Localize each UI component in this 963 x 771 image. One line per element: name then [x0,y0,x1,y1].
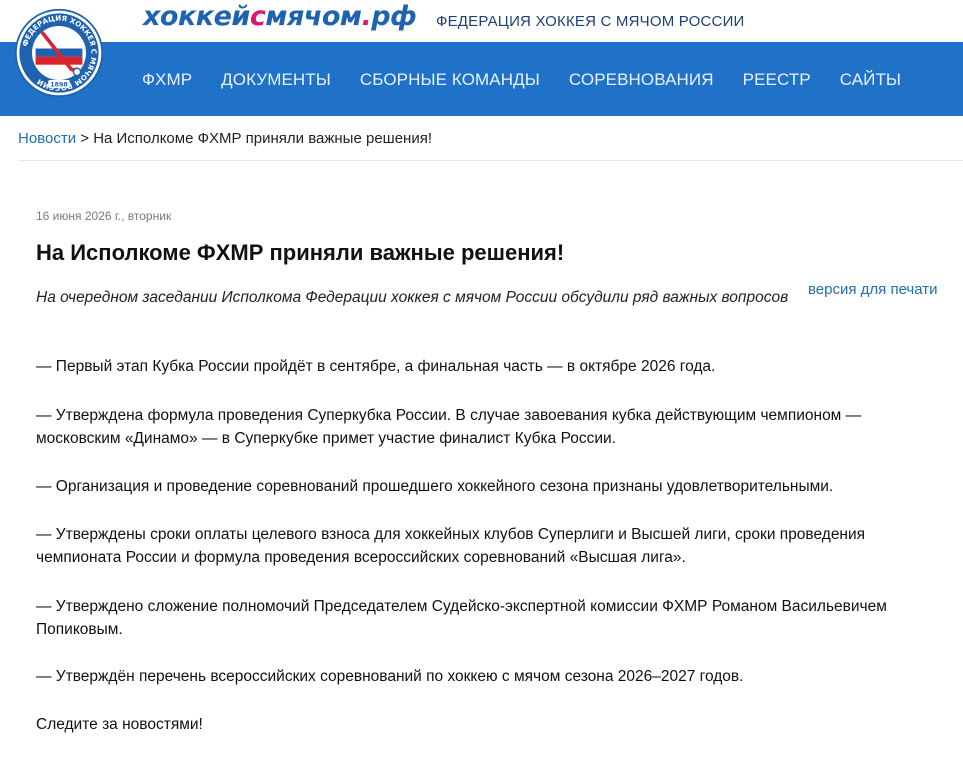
site-name-c: с [249,1,266,32]
nav-item-fhmr[interactable]: ФХМР [142,70,192,90]
nav-item-documents[interactable]: ДОКУМЕНТЫ [221,70,331,90]
federation-tagline: ФЕДЕРАЦИЯ ХОККЕЯ С МЯЧОМ РОССИИ [436,13,745,30]
article-paragraph: — Утверждено сложение полномочий Председ… [36,598,887,638]
article-lead: На очередном заседании Исполкома Федерац… [36,289,789,306]
article-paragraph: — Утверждена формула проведения Суперкуб… [36,407,862,447]
federation-logo-icon[interactable]: ФЕДЕРАЦИЯ ХОККЕЯ С МЯЧОМ РОССИИ 1898 [14,8,104,98]
top-bar: хоккейсмячом.рф ФЕДЕРАЦИЯ ХОККЕЯ С МЯЧОМ… [0,0,963,42]
article-paragraph: — Организация и проведение соревнований … [36,478,834,495]
site-name-tld: рф [371,1,417,32]
nav-item-national-teams[interactable]: СБОРНЫЕ КОМАНДЫ [360,70,540,90]
main-navigation-bar: ФХМР ДОКУМЕНТЫ СБОРНЫЕ КОМАНДЫ СОРЕВНОВА… [0,42,963,116]
article-closing: Следите за новостями! [36,716,203,733]
article-paragraph: — Утверждён перечень всероссийских сорев… [36,668,744,685]
main-nav: ФХМР ДОКУМЕНТЫ СБОРНЫЕ КОМАНДЫ СОРЕВНОВА… [142,70,930,90]
site-name-part1: хоккей [143,1,250,32]
article-paragraph: — Утверждены сроки оплаты целевого взнос… [36,526,866,566]
breadcrumb-divider [18,160,963,161]
article-title: На Исполкоме ФХМР приняли важные решения… [36,240,565,265]
breadcrumb: Новости > На Исполкоме ФХМР приняли важн… [18,130,432,147]
breadcrumb-separator: > [80,130,90,147]
logo-year: 1898 [50,81,68,88]
article-date: 16 июня 2026 г., вторник [36,209,172,223]
print-version-link[interactable]: версия для печати [808,281,938,298]
site-name-logo-text[interactable]: хоккейсмячом.рф [143,1,417,32]
article-paragraph: — Первый этап Кубка России пройдёт в сен… [36,358,716,375]
nav-item-sites[interactable]: САЙТЫ [840,70,901,90]
nav-item-registry[interactable]: РЕЕСТР [743,70,811,90]
breadcrumb-news-link[interactable]: Новости [18,130,76,147]
breadcrumb-current-page: На Исполкоме ФХМР приняли важные решения… [93,130,432,147]
nav-item-competitions[interactable]: СОРЕВНОВАНИЯ [569,70,714,90]
site-name-part2: мячом [265,1,362,32]
site-name-dot: . [361,1,372,32]
